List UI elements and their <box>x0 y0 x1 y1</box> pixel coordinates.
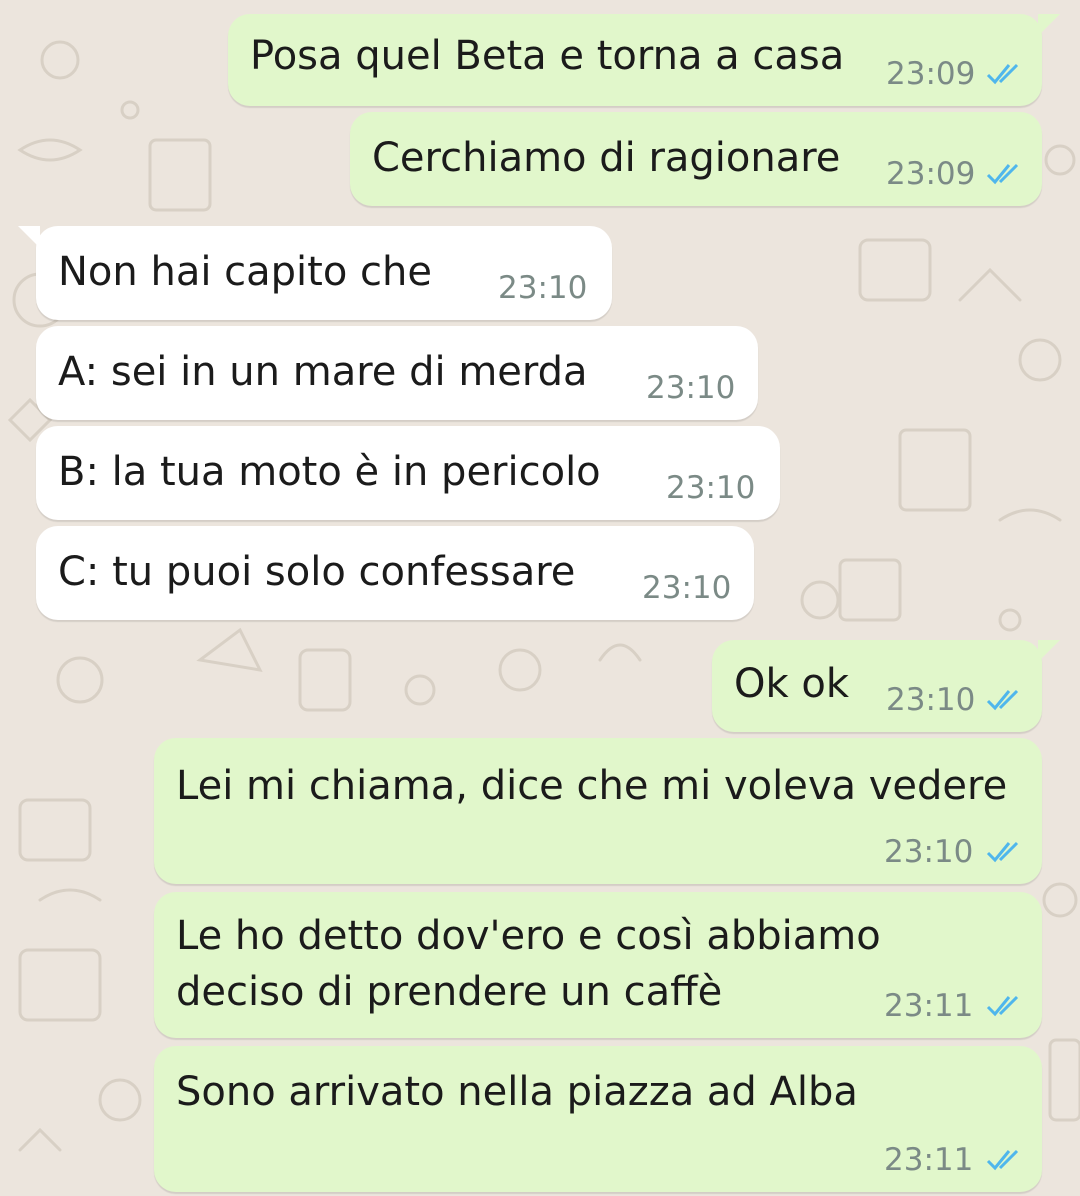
double-check-icon <box>986 163 1019 185</box>
double-check-icon <box>986 841 1019 863</box>
message-bubble-incoming[interactable]: Non hai capito che 23:10 <box>18 226 612 320</box>
message-text: Sono arrivato nella piazza ad Alba <box>176 1069 858 1115</box>
message-bubble-incoming[interactable]: A: sei in un mare di merda 23:10 <box>36 326 758 420</box>
message-bubble-incoming[interactable]: C: tu puoi solo confessare 23:10 <box>36 526 754 620</box>
message-timestamp: 23:10 <box>884 834 974 870</box>
message-text-line: deciso di prendere un caffè <box>176 969 723 1015</box>
message-timestamp: 23:10 <box>646 370 736 406</box>
message-timestamp: 23:09 <box>886 56 976 92</box>
message-bubble-incoming[interactable]: B: la tua moto è in pericolo 23:10 <box>36 426 780 520</box>
double-check-icon <box>986 63 1019 85</box>
message-bubble-outgoing[interactable]: Le ho detto dov'ero e così abbiamo decis… <box>154 892 1042 1038</box>
message-bubble-outgoing[interactable]: Cerchiamo di ragionare 23:09 <box>350 112 1042 206</box>
message-text: Posa quel Beta e torna a casa <box>250 33 845 79</box>
double-check-icon <box>986 1149 1019 1171</box>
message-timestamp: 23:09 <box>886 156 976 192</box>
message-text: Non hai capito che <box>58 249 432 295</box>
message-text: C: tu puoi solo confessare <box>58 549 576 595</box>
message-bubble-outgoing[interactable]: Sono arrivato nella piazza ad Alba 23:11 <box>154 1046 1042 1192</box>
message-text: B: la tua moto è in pericolo <box>58 449 601 495</box>
message-timestamp: 23:11 <box>884 1142 974 1178</box>
double-check-icon <box>986 995 1019 1017</box>
message-timestamp: 23:10 <box>886 682 976 718</box>
message-bubble-outgoing[interactable]: Lei mi chiama, dice che mi voleva vedere… <box>154 738 1042 884</box>
message-text-line: Le ho detto dov'ero e così abbiamo <box>176 913 881 959</box>
message-bubble-outgoing[interactable]: Posa quel Beta e torna a casa 23:09 <box>228 14 1060 106</box>
message-text: A: sei in un mare di merda <box>58 349 588 395</box>
message-bubble-outgoing[interactable]: Ok ok 23:10 <box>712 640 1060 732</box>
message-timestamp: 23:10 <box>666 470 756 506</box>
message-timestamp: 23:10 <box>642 570 732 606</box>
message-text: Lei mi chiama, dice che mi voleva vedere <box>176 763 1008 809</box>
message-text: Ok ok <box>734 661 849 707</box>
message-text: Cerchiamo di ragionare <box>372 135 841 181</box>
double-check-icon <box>986 689 1019 711</box>
message-timestamp: 23:10 <box>498 270 588 306</box>
message-timestamp: 23:11 <box>884 988 974 1024</box>
